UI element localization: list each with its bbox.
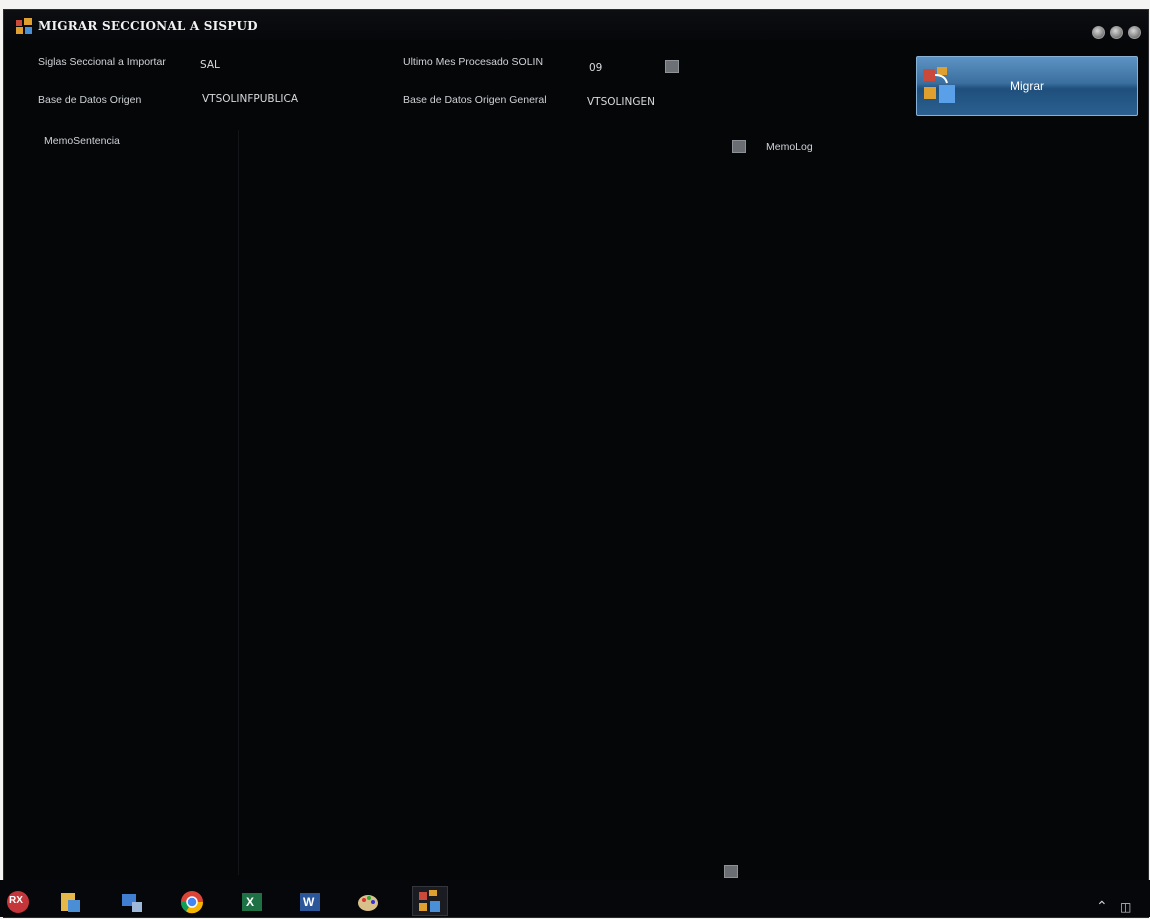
taskbar (0, 880, 1150, 917)
title-bar[interactable]: MIGRAR SECCIONAL A SISPUD (4, 10, 1148, 40)
base-origen-general-label: Base de Datos Origen General (403, 94, 547, 106)
network-icon[interactable]: ◫ (1120, 900, 1131, 914)
tray-chevron-icon[interactable]: ⌃ (1096, 898, 1108, 915)
base-origen-general-input[interactable]: VTSOLINGEN (587, 96, 655, 108)
siglas-input[interactable]: SAL (200, 59, 220, 71)
siglas-label: Siglas Seccional a Importar (38, 56, 166, 68)
window-title: MIGRAR SECCIONAL A SISPUD (38, 19, 258, 33)
database-app-icon[interactable] (58, 890, 82, 914)
word-icon[interactable]: W (298, 890, 322, 914)
memo-sentencia-area[interactable] (38, 130, 239, 875)
ultimo-mes-label: Ultimo Mes Procesado SOLIN (403, 56, 544, 68)
memo-log-label: MemoLog (766, 141, 813, 153)
app-window: MIGRAR SECCIONAL A SISPUD Siglas Seccion… (4, 10, 1148, 917)
migrar-button[interactable]: Migrar (916, 56, 1138, 116)
maximize-button[interactable] (1110, 26, 1123, 39)
chrome-icon[interactable] (180, 890, 204, 914)
rx-app-icon[interactable]: RX (6, 890, 30, 914)
scroll-button[interactable] (724, 865, 738, 878)
minimize-button[interactable] (1092, 26, 1105, 39)
close-button[interactable] (1128, 26, 1141, 39)
paint-icon[interactable] (356, 890, 380, 914)
migrar-button-label: Migrar (1009, 79, 1044, 93)
migrar-app-taskbar-icon[interactable] (412, 886, 448, 916)
rx-app-label: RX (9, 895, 23, 906)
ultimo-mes-select[interactable]: 09 (589, 62, 602, 74)
word-label: W (303, 895, 315, 909)
excel-label: X (246, 895, 255, 909)
base-origen-input[interactable]: VTSOLINFPUBLICA (202, 93, 298, 105)
computer-app-icon[interactable] (120, 890, 144, 914)
memo-log-toggle[interactable] (732, 140, 746, 153)
base-origen-label: Base de Datos Origen (38, 94, 142, 106)
app-logo-icon (16, 18, 32, 34)
memo-log-area[interactable] (744, 160, 1144, 875)
excel-icon[interactable]: X (240, 890, 264, 914)
ultimo-mes-dropdown-button[interactable] (665, 60, 679, 73)
